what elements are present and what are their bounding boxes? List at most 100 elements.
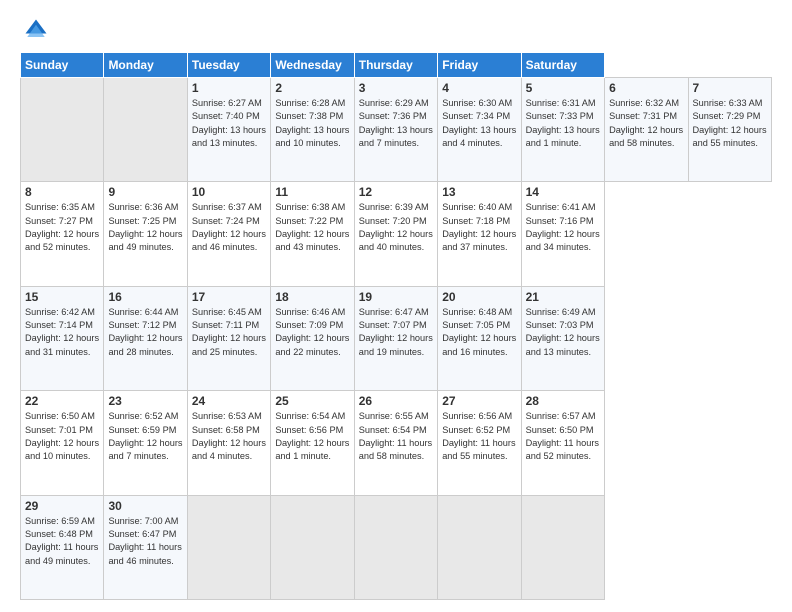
day-number: 1 xyxy=(192,81,266,95)
day-info: Sunrise: 6:50 AMSunset: 7:01 PMDaylight:… xyxy=(25,410,99,463)
calendar-day: 2 Sunrise: 6:28 AMSunset: 7:38 PMDaylight… xyxy=(271,78,354,182)
day-info: Sunrise: 6:54 AMSunset: 6:56 PMDaylight:… xyxy=(275,410,349,463)
calendar-empty xyxy=(521,495,604,599)
day-number: 10 xyxy=(192,185,266,199)
day-info: Sunrise: 6:56 AMSunset: 6:52 PMDaylight:… xyxy=(442,410,516,463)
calendar-day: 5 Sunrise: 6:31 AMSunset: 7:33 PMDaylight… xyxy=(521,78,604,182)
day-info: Sunrise: 6:38 AMSunset: 7:22 PMDaylight:… xyxy=(275,201,349,254)
weekday-header: Wednesday xyxy=(271,53,354,78)
day-number: 30 xyxy=(108,499,182,513)
day-info: Sunrise: 7:00 AMSunset: 6:47 PMDaylight:… xyxy=(108,515,182,568)
day-number: 28 xyxy=(526,394,600,408)
day-number: 3 xyxy=(359,81,433,95)
calendar-day: 4 Sunrise: 6:30 AMSunset: 7:34 PMDaylight… xyxy=(438,78,521,182)
day-number: 18 xyxy=(275,290,349,304)
day-number: 14 xyxy=(526,185,600,199)
day-info: Sunrise: 6:30 AMSunset: 7:34 PMDaylight:… xyxy=(442,97,516,150)
calendar-body: 1 Sunrise: 6:27 AMSunset: 7:40 PMDaylight… xyxy=(21,78,772,600)
day-number: 26 xyxy=(359,394,433,408)
day-number: 13 xyxy=(442,185,516,199)
day-info: Sunrise: 6:32 AMSunset: 7:31 PMDaylight:… xyxy=(609,97,683,150)
calendar-day: 27 Sunrise: 6:56 AMSunset: 6:52 PMDayligh… xyxy=(438,391,521,495)
day-number: 11 xyxy=(275,185,349,199)
day-info: Sunrise: 6:44 AMSunset: 7:12 PMDaylight:… xyxy=(108,306,182,359)
weekday-header: Thursday xyxy=(354,53,437,78)
day-info: Sunrise: 6:45 AMSunset: 7:11 PMDaylight:… xyxy=(192,306,266,359)
day-info: Sunrise: 6:53 AMSunset: 6:58 PMDaylight:… xyxy=(192,410,266,463)
day-number: 22 xyxy=(25,394,99,408)
day-info: Sunrise: 6:28 AMSunset: 7:38 PMDaylight:… xyxy=(275,97,349,150)
day-number: 12 xyxy=(359,185,433,199)
day-number: 17 xyxy=(192,290,266,304)
calendar-day: 1 Sunrise: 6:27 AMSunset: 7:40 PMDaylight… xyxy=(187,78,270,182)
day-info: Sunrise: 6:55 AMSunset: 6:54 PMDaylight:… xyxy=(359,410,433,463)
weekday-header: Monday xyxy=(104,53,187,78)
calendar-week-row: 22 Sunrise: 6:50 AMSunset: 7:01 PMDayligh… xyxy=(21,391,772,495)
day-number: 21 xyxy=(526,290,600,304)
calendar-day: 25Sunrise: 6:54 AMSunset: 6:56 PMDayligh… xyxy=(271,391,354,495)
calendar-day: 7 Sunrise: 6:33 AMSunset: 7:29 PMDaylight… xyxy=(688,78,772,182)
day-number: 2 xyxy=(275,81,349,95)
day-info: Sunrise: 6:48 AMSunset: 7:05 PMDaylight:… xyxy=(442,306,516,359)
logo xyxy=(20,16,52,44)
calendar-week-row: 15Sunrise: 6:42 AMSunset: 7:14 PMDayligh… xyxy=(21,286,772,390)
weekday-header: Friday xyxy=(438,53,521,78)
calendar-day: 16 Sunrise: 6:44 AMSunset: 7:12 PMDayligh… xyxy=(104,286,187,390)
day-info: Sunrise: 6:37 AMSunset: 7:24 PMDaylight:… xyxy=(192,201,266,254)
calendar-day: 23 Sunrise: 6:52 AMSunset: 6:59 PMDayligh… xyxy=(104,391,187,495)
weekday-row: SundayMondayTuesdayWednesdayThursdayFrid… xyxy=(21,53,772,78)
day-number: 20 xyxy=(442,290,516,304)
calendar-header: SundayMondayTuesdayWednesdayThursdayFrid… xyxy=(21,53,772,78)
calendar-empty xyxy=(104,78,187,182)
calendar-empty xyxy=(271,495,354,599)
calendar-day: 30 Sunrise: 7:00 AMSunset: 6:47 PMDayligh… xyxy=(104,495,187,599)
day-info: Sunrise: 6:41 AMSunset: 7:16 PMDaylight:… xyxy=(526,201,600,254)
calendar-empty xyxy=(354,495,437,599)
calendar-day: 20 Sunrise: 6:48 AMSunset: 7:05 PMDayligh… xyxy=(438,286,521,390)
day-number: 23 xyxy=(108,394,182,408)
page: SundayMondayTuesdayWednesdayThursdayFrid… xyxy=(0,0,792,612)
day-number: 5 xyxy=(526,81,600,95)
calendar-day: 15Sunrise: 6:42 AMSunset: 7:14 PMDayligh… xyxy=(21,286,104,390)
calendar-day: 24 Sunrise: 6:53 AMSunset: 6:58 PMDayligh… xyxy=(187,391,270,495)
calendar-day: 8Sunrise: 6:35 AMSunset: 7:27 PMDaylight… xyxy=(21,182,104,286)
calendar-day: 11 Sunrise: 6:38 AMSunset: 7:22 PMDayligh… xyxy=(271,182,354,286)
day-number: 27 xyxy=(442,394,516,408)
day-number: 19 xyxy=(359,290,433,304)
day-info: Sunrise: 6:33 AMSunset: 7:29 PMDaylight:… xyxy=(693,97,768,150)
header xyxy=(20,16,772,44)
calendar-day: 12 Sunrise: 6:39 AMSunset: 7:20 PMDayligh… xyxy=(354,182,437,286)
day-info: Sunrise: 6:52 AMSunset: 6:59 PMDaylight:… xyxy=(108,410,182,463)
day-info: Sunrise: 6:46 AMSunset: 7:09 PMDaylight:… xyxy=(275,306,349,359)
calendar-day: 28Sunrise: 6:57 AMSunset: 6:50 PMDayligh… xyxy=(521,391,604,495)
day-number: 24 xyxy=(192,394,266,408)
weekday-header: Sunday xyxy=(21,53,104,78)
day-number: 9 xyxy=(108,185,182,199)
calendar-week-row: 29Sunrise: 6:59 AMSunset: 6:48 PMDayligh… xyxy=(21,495,772,599)
calendar-day: 14 Sunrise: 6:41 AMSunset: 7:16 PMDayligh… xyxy=(521,182,604,286)
calendar-day: 13Sunrise: 6:40 AMSunset: 7:18 PMDayligh… xyxy=(438,182,521,286)
day-info: Sunrise: 6:39 AMSunset: 7:20 PMDaylight:… xyxy=(359,201,433,254)
calendar-week-row: 1 Sunrise: 6:27 AMSunset: 7:40 PMDaylight… xyxy=(21,78,772,182)
calendar-day: 10 Sunrise: 6:37 AMSunset: 7:24 PMDayligh… xyxy=(187,182,270,286)
day-number: 6 xyxy=(609,81,683,95)
day-info: Sunrise: 6:27 AMSunset: 7:40 PMDaylight:… xyxy=(192,97,266,150)
day-number: 4 xyxy=(442,81,516,95)
calendar-empty xyxy=(21,78,104,182)
day-info: Sunrise: 6:29 AMSunset: 7:36 PMDaylight:… xyxy=(359,97,433,150)
calendar-day: 21 Sunrise: 6:49 AMSunset: 7:03 PMDayligh… xyxy=(521,286,604,390)
day-number: 16 xyxy=(108,290,182,304)
calendar-day: 9Sunrise: 6:36 AMSunset: 7:25 PMDaylight… xyxy=(104,182,187,286)
calendar-day: 18 Sunrise: 6:46 AMSunset: 7:09 PMDayligh… xyxy=(271,286,354,390)
calendar-empty xyxy=(187,495,270,599)
calendar-day: 19 Sunrise: 6:47 AMSunset: 7:07 PMDayligh… xyxy=(354,286,437,390)
calendar-table: SundayMondayTuesdayWednesdayThursdayFrid… xyxy=(20,52,772,600)
day-number: 7 xyxy=(693,81,768,95)
day-info: Sunrise: 6:31 AMSunset: 7:33 PMDaylight:… xyxy=(526,97,600,150)
weekday-header: Tuesday xyxy=(187,53,270,78)
calendar-week-row: 8Sunrise: 6:35 AMSunset: 7:27 PMDaylight… xyxy=(21,182,772,286)
day-info: Sunrise: 6:42 AMSunset: 7:14 PMDaylight:… xyxy=(25,306,99,359)
day-info: Sunrise: 6:47 AMSunset: 7:07 PMDaylight:… xyxy=(359,306,433,359)
day-info: Sunrise: 6:49 AMSunset: 7:03 PMDaylight:… xyxy=(526,306,600,359)
calendar-day: 22 Sunrise: 6:50 AMSunset: 7:01 PMDayligh… xyxy=(21,391,104,495)
